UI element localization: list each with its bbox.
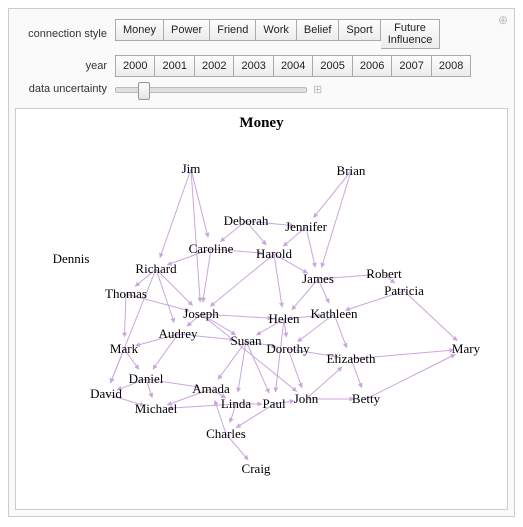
connection-style-belief[interactable]: Belief: [297, 19, 340, 41]
node-mark: Mark: [110, 341, 138, 357]
uncertainty-label: data uncertainty: [17, 83, 115, 95]
node-elizabeth: Elizabeth: [326, 351, 375, 367]
row-connection-style: connection style MoneyPowerFriendWorkBel…: [17, 19, 506, 49]
uncertainty-slider[interactable]: ⊞: [115, 83, 322, 96]
connection-style-sport[interactable]: Sport: [339, 19, 380, 41]
node-richard: Richard: [135, 261, 176, 277]
year-2007[interactable]: 2007: [392, 55, 431, 77]
year-2000[interactable]: 2000: [115, 55, 155, 77]
node-robert: Robert: [366, 266, 401, 282]
node-susan: Susan: [230, 333, 261, 349]
row-year: year 20002001200220032004200520062007200…: [17, 55, 506, 77]
year-2006[interactable]: 2006: [353, 55, 392, 77]
expand-icon[interactable]: ⊕: [498, 13, 508, 27]
node-dennis: Dennis: [53, 251, 90, 267]
node-caroline: Caroline: [189, 241, 234, 257]
year-buttons: 200020012002200320042005200620072008: [115, 55, 471, 77]
year-2003[interactable]: 2003: [234, 55, 273, 77]
year-2001[interactable]: 2001: [155, 55, 194, 77]
node-daniel: Daniel: [129, 371, 164, 387]
row-uncertainty: data uncertainty ⊞: [17, 83, 506, 96]
node-patricia: Patricia: [384, 283, 424, 299]
demo-panel: ⊕ connection style MoneyPowerFriendWorkB…: [8, 8, 515, 517]
node-betty: Betty: [352, 391, 380, 407]
node-charles: Charles: [206, 426, 246, 442]
node-michael: Michael: [135, 401, 178, 417]
year-2008[interactable]: 2008: [432, 55, 471, 77]
connection-style-money[interactable]: Money: [115, 19, 164, 41]
year-2004[interactable]: 2004: [274, 55, 313, 77]
node-craig: Craig: [242, 461, 271, 477]
node-audrey: Audrey: [159, 326, 198, 342]
year-2002[interactable]: 2002: [195, 55, 234, 77]
connection-style-future-influence[interactable]: FutureInfluence: [381, 19, 441, 49]
slider-thumb[interactable]: [138, 82, 150, 100]
controls: connection style MoneyPowerFriendWorkBel…: [9, 9, 514, 108]
node-david: David: [90, 386, 122, 402]
connection-style-friend[interactable]: Friend: [210, 19, 256, 41]
slider-expand-icon[interactable]: ⊞: [313, 83, 322, 96]
graph-edges: [16, 109, 507, 509]
node-kathleen: Kathleen: [311, 306, 358, 322]
node-thomas: Thomas: [105, 286, 147, 302]
node-harold: Harold: [256, 246, 292, 262]
year-2005[interactable]: 2005: [313, 55, 352, 77]
node-mary: Mary: [452, 341, 480, 357]
node-john: John: [294, 391, 319, 407]
node-james: James: [302, 271, 334, 287]
year-label: year: [17, 60, 115, 72]
connection-style-work[interactable]: Work: [256, 19, 296, 41]
node-amada: Amada: [192, 381, 230, 397]
slider-track[interactable]: [115, 87, 307, 93]
node-dorothy: Dorothy: [266, 341, 309, 357]
graph-canvas: Money JimBrianDennisDeborahJenniferCarol…: [15, 108, 508, 510]
connection-style-power[interactable]: Power: [164, 19, 210, 41]
node-brian: Brian: [337, 163, 366, 179]
connection-style-buttons: MoneyPowerFriendWorkBeliefSportFutureInf…: [115, 19, 440, 49]
node-jennifer: Jennifer: [285, 219, 327, 235]
node-deborah: Deborah: [224, 213, 269, 229]
connection-style-label: connection style: [17, 28, 115, 40]
node-jim: Jim: [182, 161, 201, 177]
node-linda: Linda: [221, 396, 251, 412]
node-paul: Paul: [262, 396, 285, 412]
node-joseph: Joseph: [183, 306, 218, 322]
node-helen: Helen: [268, 311, 299, 327]
